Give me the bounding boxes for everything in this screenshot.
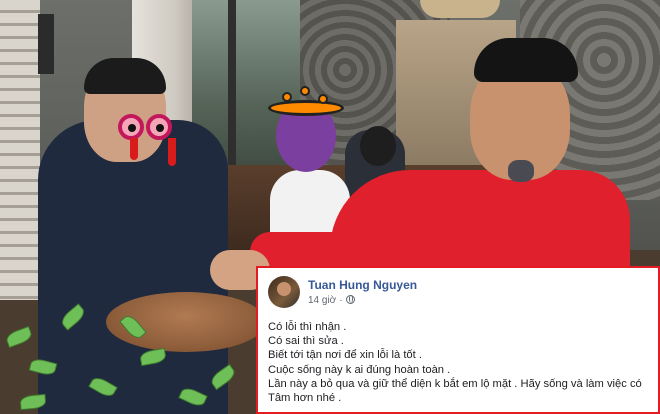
neck-tattoo (508, 160, 534, 182)
author-name[interactable]: Tuan Hung Nguyen (308, 278, 417, 292)
meta-separator: · (339, 295, 343, 306)
man-right-hair (474, 38, 578, 82)
post-line: Biết tới tận nơi để xin lỗi là tốt . (268, 349, 422, 362)
post-line: Có sai thì sửa . (268, 335, 344, 348)
crying-eyes-emoji (116, 114, 176, 166)
window-shutter (0, 0, 40, 300)
avatar[interactable] (268, 276, 300, 308)
facebook-post: Tuan Hung Nguyen 14 giờ · Có lỗi thì nhận… (256, 266, 660, 414)
cauldron-bubble (282, 92, 292, 102)
post-time[interactable]: 14 giờ (308, 295, 336, 306)
ceiling-lamp (420, 0, 500, 18)
background-person-head (360, 126, 396, 166)
globe-icon[interactable] (345, 295, 355, 304)
post-line: Tâm hơn nhé . (268, 392, 342, 405)
post-header: Tuan Hung Nguyen 14 giờ · (268, 276, 648, 310)
door-frame (228, 0, 236, 175)
post-meta: 14 giờ · (308, 295, 355, 306)
man-left-hair (84, 58, 166, 94)
post-line: Có lỗi thì nhận . (268, 321, 347, 333)
post-line: Cuộc sống này k ai đúng hoàn toàn . (268, 363, 451, 376)
post-text: Có lỗi thì nhận . Có sai thì sửa . Biết … (268, 320, 652, 405)
cauldron-bubble (300, 86, 310, 96)
cauldron-rim (268, 100, 344, 116)
man-navy-hoodie (38, 120, 228, 414)
post-line: Lần này a bỏ qua và giữ thể diện k bắt e… (268, 377, 642, 390)
no-smoking-sign (38, 14, 54, 74)
cauldron-bubble (318, 94, 328, 104)
